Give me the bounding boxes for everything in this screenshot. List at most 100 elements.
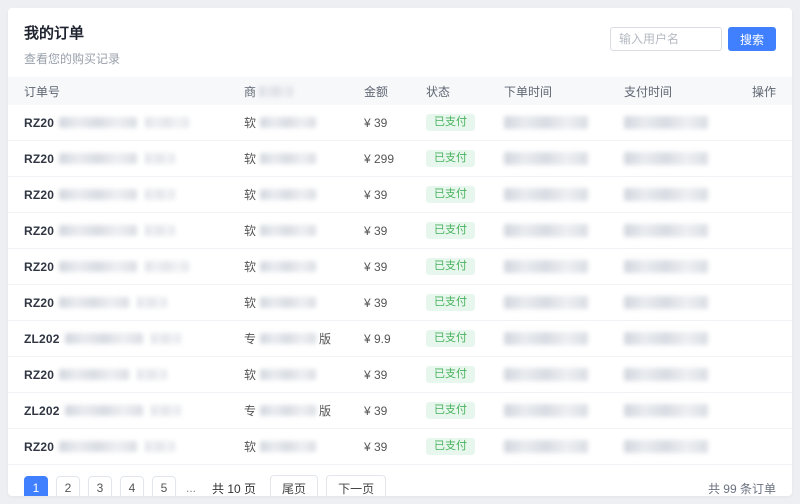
redacted-pay-time bbox=[624, 332, 708, 345]
redacted-product-name bbox=[260, 189, 317, 200]
table-row: RZ20 软 ¥ 39 已支付 bbox=[8, 357, 792, 393]
redacted-order-time bbox=[504, 332, 588, 345]
header-amount: 金额 bbox=[364, 84, 389, 99]
redacted-order-id bbox=[59, 261, 138, 272]
pay-time-cell bbox=[624, 188, 742, 201]
redacted-order-id bbox=[150, 405, 181, 416]
redacted-pay-time bbox=[624, 152, 708, 165]
page-subtitle: 查看您的购买记录 bbox=[24, 52, 121, 66]
status-badge: 已支付 bbox=[426, 186, 475, 203]
redacted-order-id bbox=[64, 405, 143, 416]
page-button-4[interactable]: 4 bbox=[120, 476, 144, 496]
order-time-cell bbox=[504, 404, 624, 417]
order-id-cell: RZ20 bbox=[24, 440, 244, 454]
card-header: 我的订单 查看您的购买记录 搜索 bbox=[8, 8, 792, 77]
page-background: 我的订单 查看您的购买记录 搜索 订单号 商 金额 状态 下单时间 支付时间 操… bbox=[0, 0, 800, 504]
status-badge: 已支付 bbox=[426, 114, 475, 131]
table-row: RZ20 软 ¥ 39 已支付 bbox=[8, 213, 792, 249]
redacted-order-time bbox=[504, 404, 588, 417]
redacted-product-name bbox=[260, 369, 317, 380]
status-badge: 已支付 bbox=[426, 438, 475, 455]
redacted-pay-time bbox=[624, 404, 708, 417]
next-page-button[interactable]: 下一页 bbox=[326, 475, 387, 496]
order-id-cell: RZ20 bbox=[24, 188, 244, 202]
order-id-cell: ZL202 bbox=[24, 404, 244, 418]
status-badge: 已支付 bbox=[426, 258, 475, 275]
order-time-cell bbox=[504, 116, 624, 129]
pay-time-cell bbox=[624, 404, 742, 417]
table-row: RZ20 软 ¥ 299 已支付 bbox=[8, 141, 792, 177]
order-id-prefix: RZ20 bbox=[24, 187, 55, 202]
table-row: ZL202 专版 ¥ 9.9 已支付 bbox=[8, 321, 792, 357]
status-cell: 已支付 bbox=[426, 366, 504, 383]
order-time-cell bbox=[504, 224, 624, 237]
amount-cell: ¥ 39 bbox=[364, 259, 388, 274]
redacted-order-id bbox=[59, 225, 138, 236]
order-time-cell bbox=[504, 332, 624, 345]
pay-time-cell bbox=[624, 368, 742, 381]
table-row: RZ20 软 ¥ 39 已支付 bbox=[8, 177, 792, 213]
redacted-pay-time bbox=[624, 116, 708, 129]
product-prefix: 软 bbox=[244, 188, 257, 202]
redacted-order-time bbox=[504, 260, 588, 273]
amount-cell: ¥ 39 bbox=[364, 187, 388, 202]
pay-time-cell bbox=[624, 296, 742, 309]
card-footer: 1 2 3 4 5 ... 共 10 页 尾页 下一页 共 99 条订单 bbox=[8, 465, 792, 496]
header-status: 状态 bbox=[426, 84, 451, 99]
product-prefix: 专 bbox=[244, 332, 257, 346]
redacted-order-id bbox=[145, 153, 176, 164]
order-id-prefix: RZ20 bbox=[24, 259, 55, 274]
order-id-prefix: RZ20 bbox=[24, 151, 55, 166]
status-cell: 已支付 bbox=[426, 186, 504, 203]
redacted-order-id bbox=[64, 333, 143, 344]
status-badge: 已支付 bbox=[426, 294, 475, 311]
status-cell: 已支付 bbox=[426, 330, 504, 347]
pay-time-cell bbox=[624, 152, 742, 165]
product-prefix: 软 bbox=[244, 224, 257, 238]
order-time-cell bbox=[504, 260, 624, 273]
redacted-order-time bbox=[504, 440, 588, 453]
pagination-ellipsis: ... bbox=[186, 481, 197, 495]
amount-cell: ¥ 39 bbox=[364, 115, 388, 130]
order-id-cell: RZ20 bbox=[24, 296, 244, 310]
order-id-cell: RZ20 bbox=[24, 116, 244, 130]
table-row: RZ20 软 ¥ 39 已支付 bbox=[8, 429, 792, 465]
order-id-cell: RZ20 bbox=[24, 368, 244, 382]
page-button-5[interactable]: 5 bbox=[152, 476, 176, 496]
redacted-product-name bbox=[260, 441, 317, 452]
product-prefix: 软 bbox=[244, 260, 257, 274]
redacted-order-id bbox=[145, 225, 176, 236]
page-button-3[interactable]: 3 bbox=[88, 476, 112, 496]
redacted-order-id bbox=[59, 369, 130, 380]
redacted-order-time bbox=[504, 224, 588, 237]
pay-time-cell bbox=[624, 116, 742, 129]
title-block: 我的订单 查看您的购买记录 bbox=[24, 22, 120, 67]
search-button[interactable]: 搜索 bbox=[727, 27, 776, 51]
order-id-prefix: RZ20 bbox=[24, 439, 55, 454]
last-page-button[interactable]: 尾页 bbox=[270, 475, 319, 496]
search-input[interactable] bbox=[609, 27, 722, 51]
redacted-product-name bbox=[260, 405, 317, 416]
amount-cell: ¥ 39 bbox=[364, 295, 388, 310]
table-row: RZ20 软 ¥ 39 已支付 bbox=[8, 285, 792, 321]
redacted-order-time bbox=[504, 368, 588, 381]
orders-table: 订单号 商 金额 状态 下单时间 支付时间 操作 RZ20 软 ¥ 39 已支付 bbox=[8, 77, 792, 465]
status-badge: 已支付 bbox=[426, 150, 475, 167]
page-button-1[interactable]: 1 bbox=[24, 476, 48, 496]
header-action: 操作 bbox=[751, 84, 776, 99]
page-button-2[interactable]: 2 bbox=[56, 476, 80, 496]
redacted-product-name bbox=[260, 153, 317, 164]
status-badge: 已支付 bbox=[426, 402, 475, 419]
product-cell: 软 bbox=[244, 186, 364, 203]
status-cell: 已支付 bbox=[426, 222, 504, 239]
table-row: RZ20 软 ¥ 39 已支付 bbox=[8, 249, 792, 285]
status-cell: 已支付 bbox=[426, 150, 504, 167]
redacted-order-id bbox=[59, 117, 138, 128]
table-header-row: 订单号 商 金额 状态 下单时间 支付时间 操作 bbox=[8, 77, 792, 105]
redacted-product-name bbox=[260, 117, 317, 128]
redacted-order-time bbox=[504, 152, 588, 165]
product-prefix: 专 bbox=[244, 404, 257, 418]
order-id-prefix: RZ20 bbox=[24, 115, 55, 130]
redacted-product-name bbox=[260, 297, 317, 308]
product-prefix: 软 bbox=[244, 296, 257, 310]
